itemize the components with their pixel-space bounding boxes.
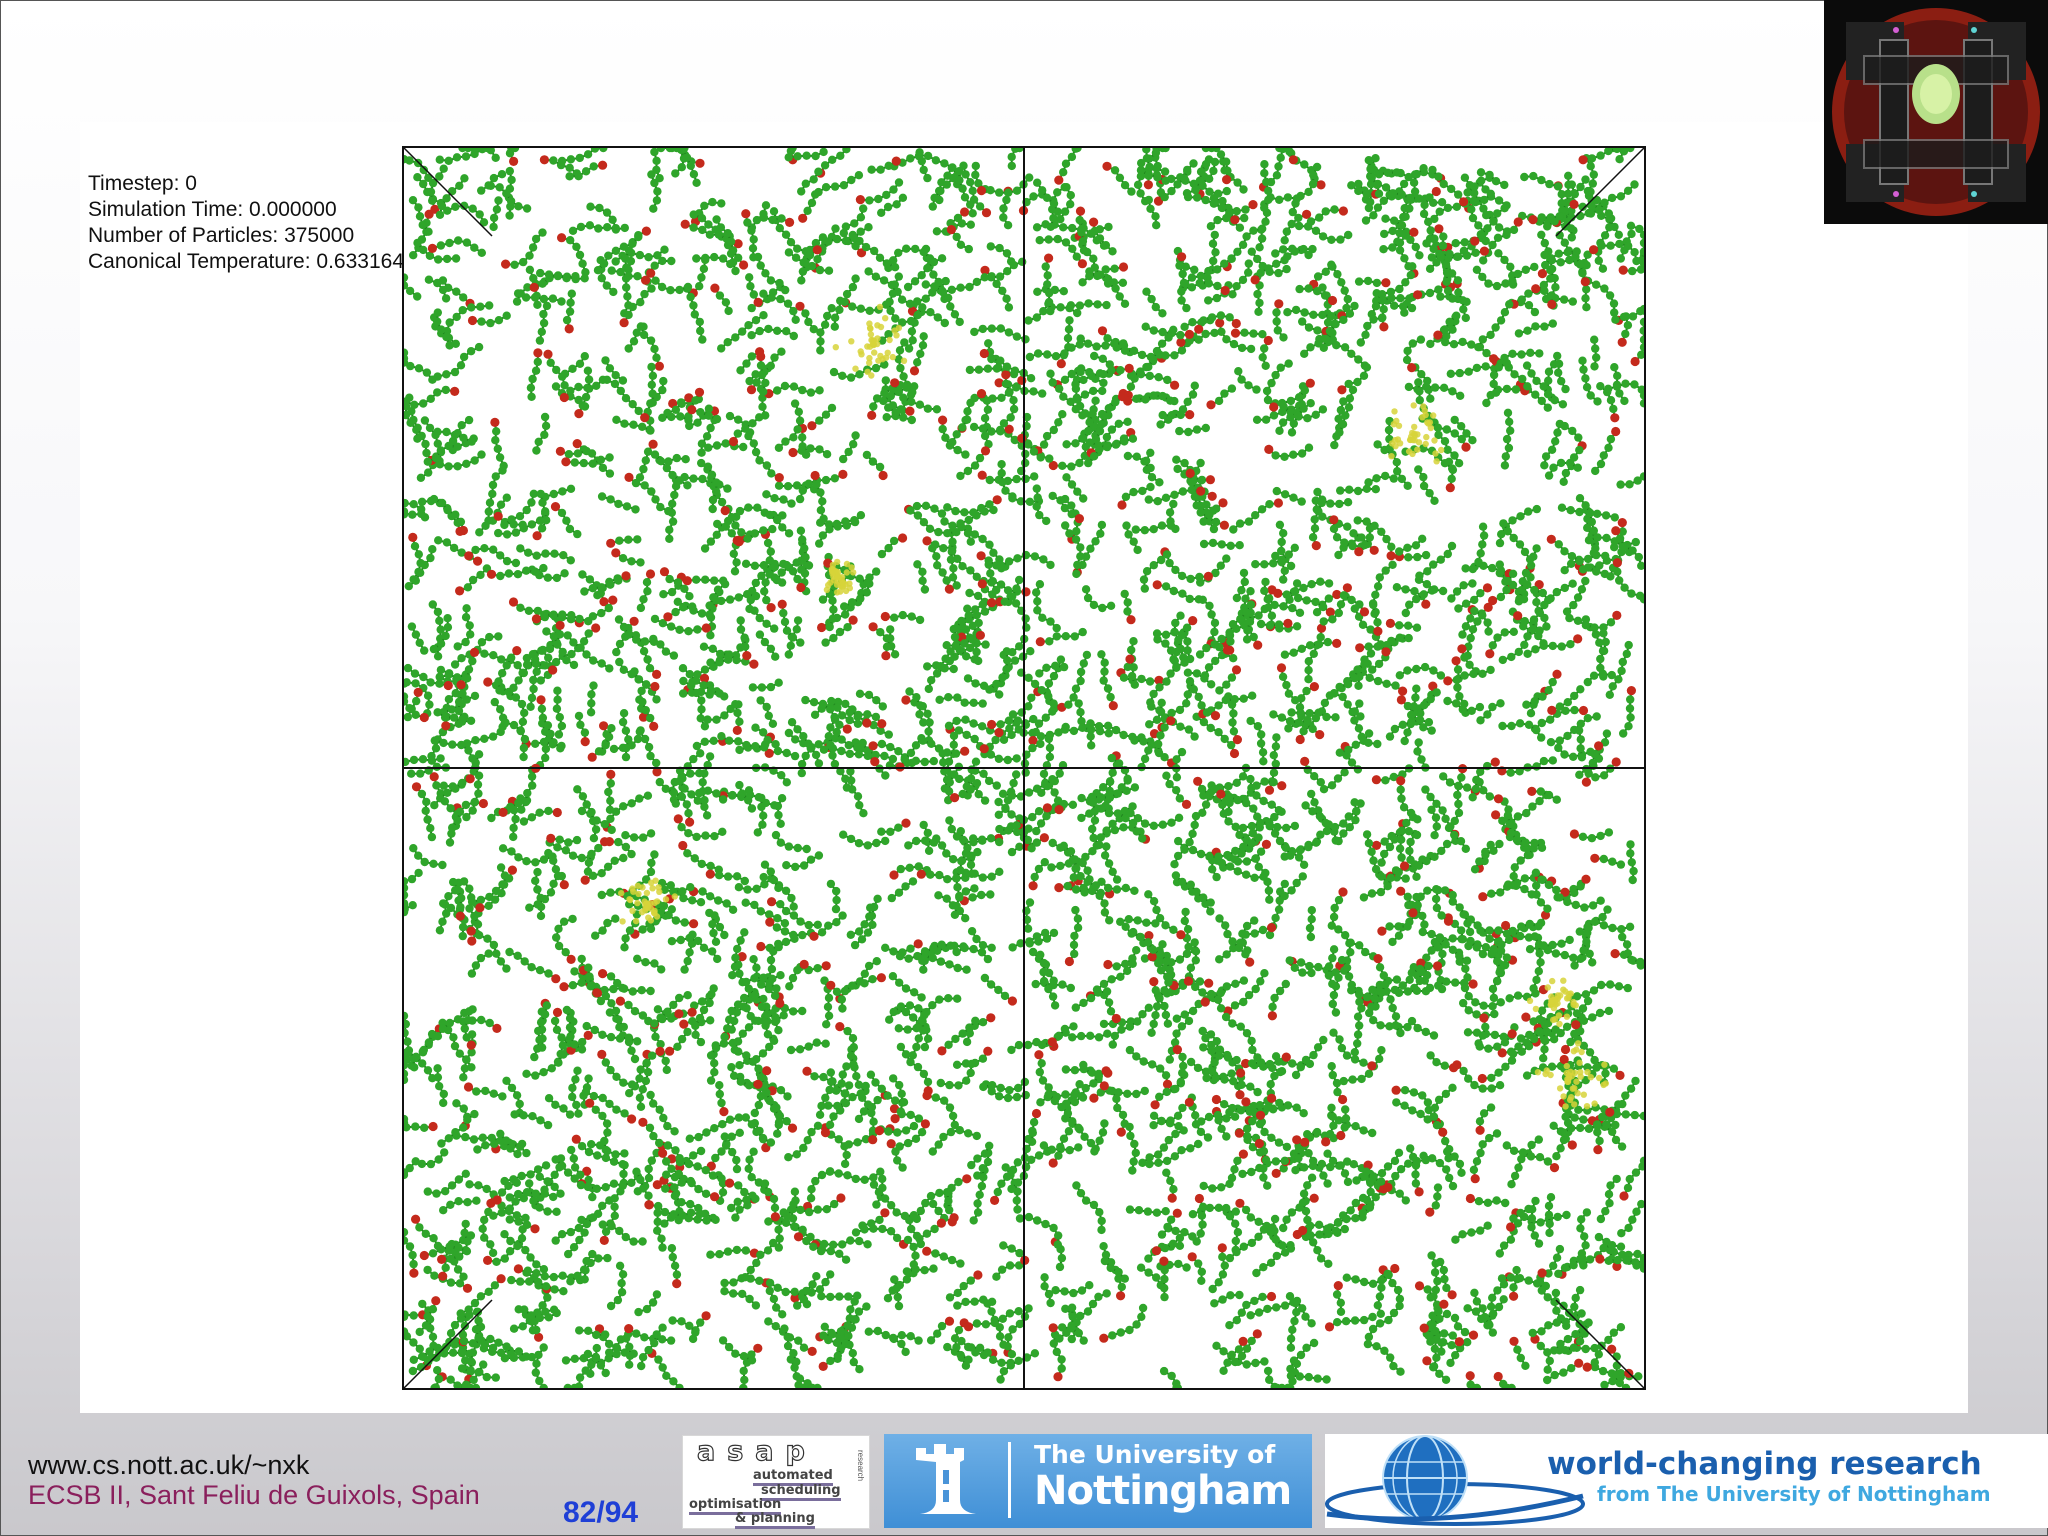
uon-line-big: Nottingham	[1034, 1468, 1292, 1514]
uon-divider	[1008, 1442, 1011, 1518]
globe-icon	[1325, 1435, 1585, 1526]
footer-url[interactable]: www.cs.nott.ac.uk/~nxk	[28, 1450, 309, 1481]
timestep-label: Timestep: 0	[88, 172, 197, 195]
simulation-thumbnail	[1824, 0, 2048, 224]
asap-tagline: research	[856, 1450, 865, 1482]
simulation-stats: Timestep: 0 Simulation Time: 0.000000 Nu…	[88, 171, 404, 275]
particle-count-label: Number of Particles: 375000	[88, 224, 355, 247]
world-changing-research-logo: world-changing research from The Univers…	[1325, 1434, 2048, 1528]
simulation-thumbnail-icon	[1824, 0, 2048, 224]
asap-line-planning: & planning	[735, 1511, 815, 1529]
asap-line-scheduling: scheduling	[761, 1483, 841, 1501]
uon-line-small: The University of	[1034, 1440, 1276, 1469]
page-number: 82/94	[563, 1496, 639, 1529]
particle-simulation-box	[402, 146, 1646, 1390]
asap-logo: asap research automated scheduling optim…	[682, 1435, 870, 1529]
asap-line-automated: automated	[753, 1468, 833, 1486]
temperature-label: Canonical Temperature: 0.633164	[88, 250, 404, 273]
university-of-nottingham-logo: The University of Nottingham	[884, 1434, 1312, 1528]
simulation-time-label: Simulation Time: 0.000000	[88, 198, 337, 221]
particle-cloud	[402, 146, 1646, 1390]
footer-venue: ECSB II, Sant Feliu de Guixols, Spain	[28, 1480, 480, 1510]
asap-line-optimisation: optimisation	[689, 1497, 782, 1515]
wcr-line-2: from The University of Nottingham	[1597, 1482, 1991, 1506]
simulation-video[interactable]: Timestep: 0 Simulation Time: 0.000000 Nu…	[80, 122, 1968, 1413]
wcr-line-1: world-changing research	[1547, 1446, 1982, 1482]
asap-wordmark: asap	[696, 1435, 817, 1467]
castle-crest-icon	[916, 1444, 976, 1514]
